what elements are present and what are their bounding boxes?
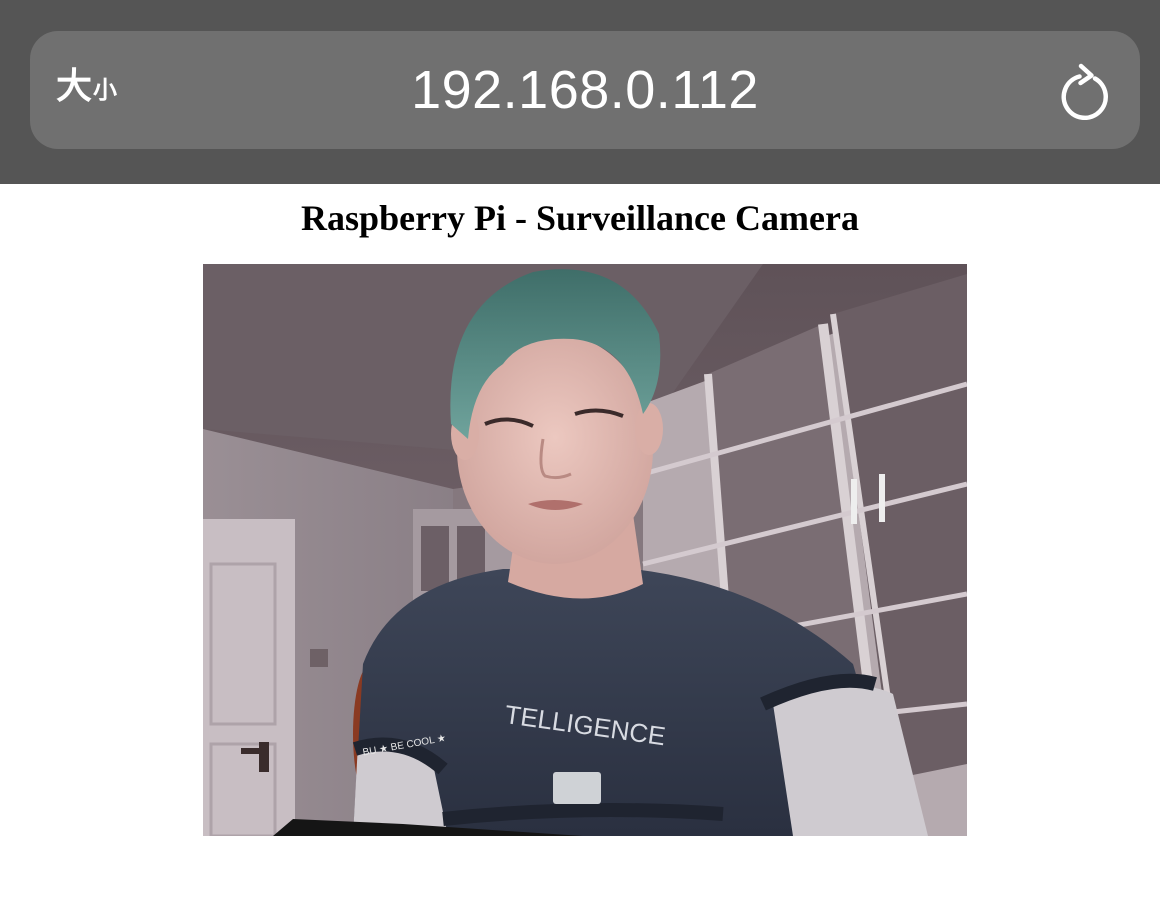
url-text[interactable]: 192.168.0.112 bbox=[30, 60, 1140, 120]
camera-frame: TELLIGENCE BU ★ BE COOL ★ bbox=[203, 264, 967, 836]
reload-icon-graphic bbox=[1061, 63, 1108, 121]
camera-video-feed: TELLIGENCE BU ★ BE COOL ★ bbox=[203, 264, 967, 836]
page-content: Raspberry Pi - Surveillance Camera TELLI… bbox=[0, 184, 1160, 906]
page-title: Raspberry Pi - Surveillance Camera bbox=[301, 198, 859, 238]
browser-toolbar: 大小 192.168.0.112 bbox=[0, 0, 1160, 184]
address-bar[interactable]: 大小 192.168.0.112 bbox=[30, 31, 1140, 149]
reload-icon[interactable] bbox=[1056, 62, 1114, 121]
